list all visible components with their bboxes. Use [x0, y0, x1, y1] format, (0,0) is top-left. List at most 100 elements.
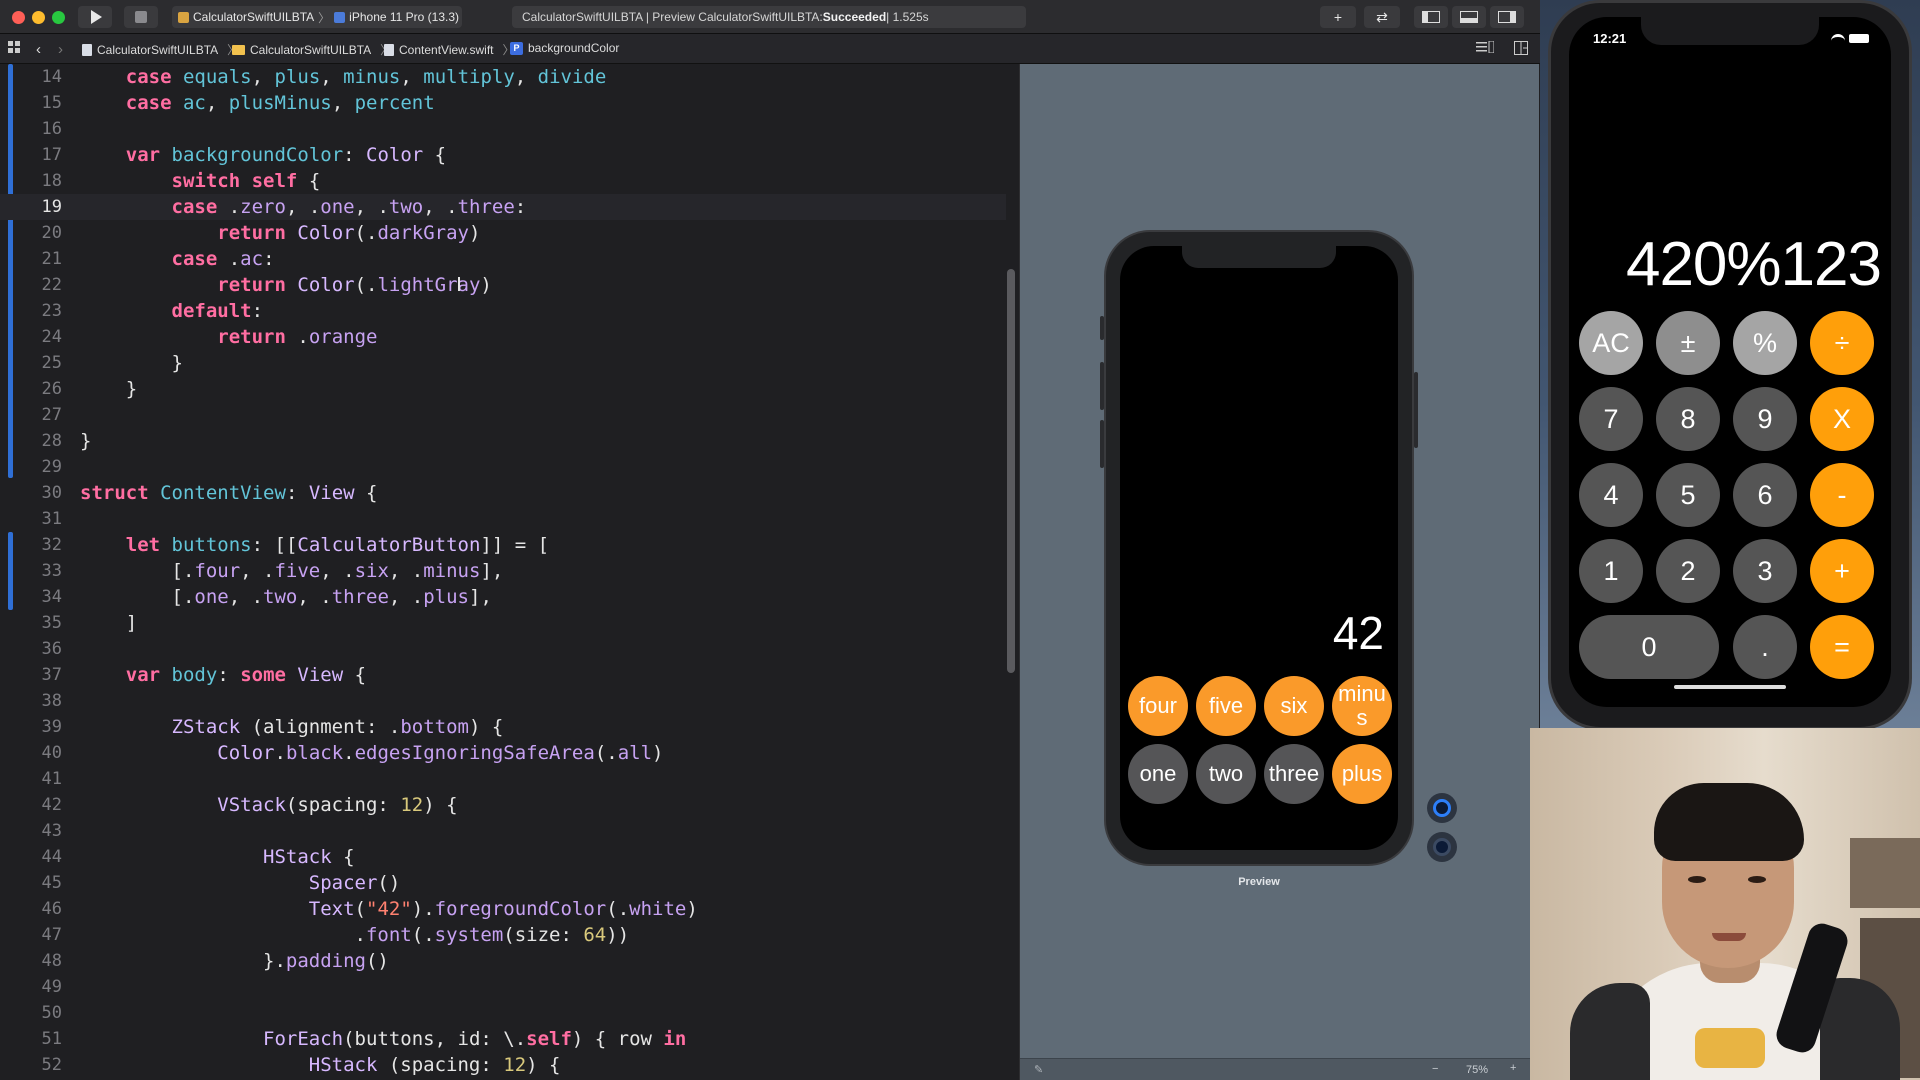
code-line[interactable]: 20 return Color(.darkGray)	[0, 220, 1006, 246]
preview-button-three[interactable]: three	[1264, 744, 1324, 804]
code-line[interactable]: 28}	[0, 428, 1006, 454]
toggle-navigator-button[interactable]	[1414, 6, 1448, 28]
device-button	[1414, 372, 1418, 448]
code-line[interactable]: 48 }.padding()	[0, 948, 1006, 974]
code-line[interactable]: 51 ForEach(buttons, id: \.self) { row in	[0, 1026, 1006, 1052]
breadcrumb-file[interactable]: ContentView.swift 〉	[384, 41, 515, 58]
code-line[interactable]: 21 case .ac:	[0, 246, 1006, 272]
key-three[interactable]: 3	[1733, 539, 1797, 603]
key-eight[interactable]: 8	[1656, 387, 1720, 451]
editor-scrollbar[interactable]	[1007, 269, 1015, 673]
preview-button-five[interactable]: five	[1196, 676, 1256, 736]
code-line[interactable]: 22 return Color(.lightGray)	[0, 272, 1006, 298]
preview-on-device-button[interactable]	[1427, 832, 1457, 862]
code-line[interactable]: 39 ZStack (alignment: .bottom) {	[0, 714, 1006, 740]
code-line[interactable]: 30 struct ContentView: View {	[0, 480, 1006, 506]
code-line[interactable]: 38	[0, 688, 1006, 714]
home-indicator[interactable]	[1674, 685, 1786, 689]
run-button[interactable]	[78, 6, 112, 28]
key-four[interactable]: 4	[1579, 463, 1643, 527]
key-seven[interactable]: 7	[1579, 387, 1643, 451]
code-line[interactable]: 24 return .orange	[0, 324, 1006, 350]
back-button[interactable]: ‹	[36, 41, 41, 58]
preview-button-one[interactable]: one	[1128, 744, 1188, 804]
code-line[interactable]: 32 let buttons: [[CalculatorButton]] = [	[0, 532, 1006, 558]
code-line[interactable]: 17 var backgroundColor: Color {	[0, 142, 1006, 168]
key-two[interactable]: 2	[1656, 539, 1720, 603]
code-line[interactable]: 52 HStack (spacing: 12) {	[0, 1052, 1006, 1078]
code-line[interactable]: 42 VStack(spacing: 12) {	[0, 792, 1006, 818]
code-line[interactable]: 46 Text("42").foregroundColor(.white)	[0, 896, 1006, 922]
pin-icon[interactable]: ✎	[1034, 1063, 1043, 1076]
source-editor[interactable]: 14 case equals, plus, minus, multiply, d…	[0, 64, 1019, 1080]
code-line[interactable]: 15 case ac, plusMinus, percent	[0, 90, 1006, 116]
key-divide[interactable]: ÷	[1810, 311, 1874, 375]
code-line[interactable]: 36	[0, 636, 1006, 662]
code-line[interactable]: 34 [.one, .two, .three, .plus],	[0, 584, 1006, 610]
close-window-button[interactable]	[12, 11, 25, 24]
preview-button-two[interactable]: two	[1196, 744, 1256, 804]
key-six[interactable]: 6	[1733, 463, 1797, 527]
preview-device: 42 four five six minus one two three plu…	[1100, 230, 1418, 866]
preview-button-plus[interactable]: plus	[1332, 744, 1392, 804]
zoom-in-button[interactable]: +	[1510, 1062, 1516, 1074]
code-line[interactable]: 43	[0, 818, 1006, 844]
stop-button[interactable]	[124, 6, 158, 28]
line-number: 25	[41, 353, 62, 373]
live-preview-button[interactable]	[1427, 793, 1457, 823]
breadcrumb-group[interactable]: CalculatorSwiftUILBTA 〉	[232, 41, 392, 58]
code-line-current[interactable]: 19 case .zero, .one, .two, .three:	[0, 194, 1006, 220]
preview-button-four[interactable]: four	[1128, 676, 1188, 736]
key-minus[interactable]: -	[1810, 463, 1874, 527]
scheme-selector[interactable]: CalculatorSwiftUILBTA 〉 iPhone 11 Pro (1…	[172, 6, 462, 28]
key-five[interactable]: 5	[1656, 463, 1720, 527]
editor-options-button[interactable]	[1476, 41, 1494, 53]
code-line[interactable]: 41	[0, 766, 1006, 792]
toggle-inspector-button[interactable]	[1490, 6, 1524, 28]
library-button[interactable]: +	[1320, 6, 1356, 28]
code-line[interactable]: 16	[0, 116, 1006, 142]
line-number: 37	[41, 665, 62, 685]
code-line[interactable]: 45 Spacer()	[0, 870, 1006, 896]
zoom-level[interactable]: 75%	[1466, 1064, 1488, 1076]
code-line[interactable]: 37 var body: some View {	[0, 662, 1006, 688]
code-line[interactable]: 40 Color.black.edgesIgnoringSafeArea(.al…	[0, 740, 1006, 766]
key-one[interactable]: 1	[1579, 539, 1643, 603]
code-line[interactable]: 33 [.four, .five, .six, .minus],	[0, 558, 1006, 584]
zoom-window-button[interactable]	[52, 11, 65, 24]
related-items-button[interactable]	[8, 41, 20, 53]
code-line[interactable]: 18 switch self {	[0, 168, 1006, 194]
breadcrumb-project[interactable]: CalculatorSwiftUILBTA 〉	[82, 41, 239, 58]
review-button[interactable]: ⇄	[1364, 6, 1400, 28]
code-line[interactable]: 14 case equals, plus, minus, multiply, d…	[0, 64, 1006, 90]
key-multiply[interactable]: X	[1810, 387, 1874, 451]
code-line[interactable]: 47 .font(.system(size: 64))	[0, 922, 1006, 948]
minimize-window-button[interactable]	[32, 11, 45, 24]
preview-button-six[interactable]: six	[1264, 676, 1324, 736]
key-plus[interactable]: +	[1810, 539, 1874, 603]
key-zero[interactable]: 0	[1579, 615, 1719, 679]
key-ac[interactable]: AC	[1579, 311, 1643, 375]
preview-button-minus[interactable]: minus	[1332, 676, 1392, 736]
code-line[interactable]: 25 }	[0, 350, 1006, 376]
add-editor-button[interactable]	[1514, 41, 1528, 55]
breadcrumb-symbol[interactable]: P backgroundColor	[510, 41, 619, 55]
zoom-out-button[interactable]: −	[1432, 1063, 1438, 1075]
key-percent[interactable]: %	[1733, 311, 1797, 375]
code-line[interactable]: 31	[0, 506, 1006, 532]
key-decimal[interactable]: .	[1733, 615, 1797, 679]
preview-canvas[interactable]: 42 four five six minus one two three plu…	[1019, 64, 1540, 1080]
toggle-debug-area-button[interactable]	[1452, 6, 1486, 28]
code-line[interactable]: 26 }	[0, 376, 1006, 402]
code-line[interactable]: 27	[0, 402, 1006, 428]
key-equals[interactable]: =	[1810, 615, 1874, 679]
code-line[interactable]: 29	[0, 454, 1006, 480]
code-line[interactable]: 44 HStack {	[0, 844, 1006, 870]
forward-button[interactable]: ›	[58, 41, 63, 58]
code-line[interactable]: 23 default:	[0, 298, 1006, 324]
code-line[interactable]: 49	[0, 974, 1006, 1000]
key-nine[interactable]: 9	[1733, 387, 1797, 451]
code-line[interactable]: 35 ]	[0, 610, 1006, 636]
code-line[interactable]: 50	[0, 1000, 1006, 1026]
key-plus-minus[interactable]: ±	[1656, 311, 1720, 375]
